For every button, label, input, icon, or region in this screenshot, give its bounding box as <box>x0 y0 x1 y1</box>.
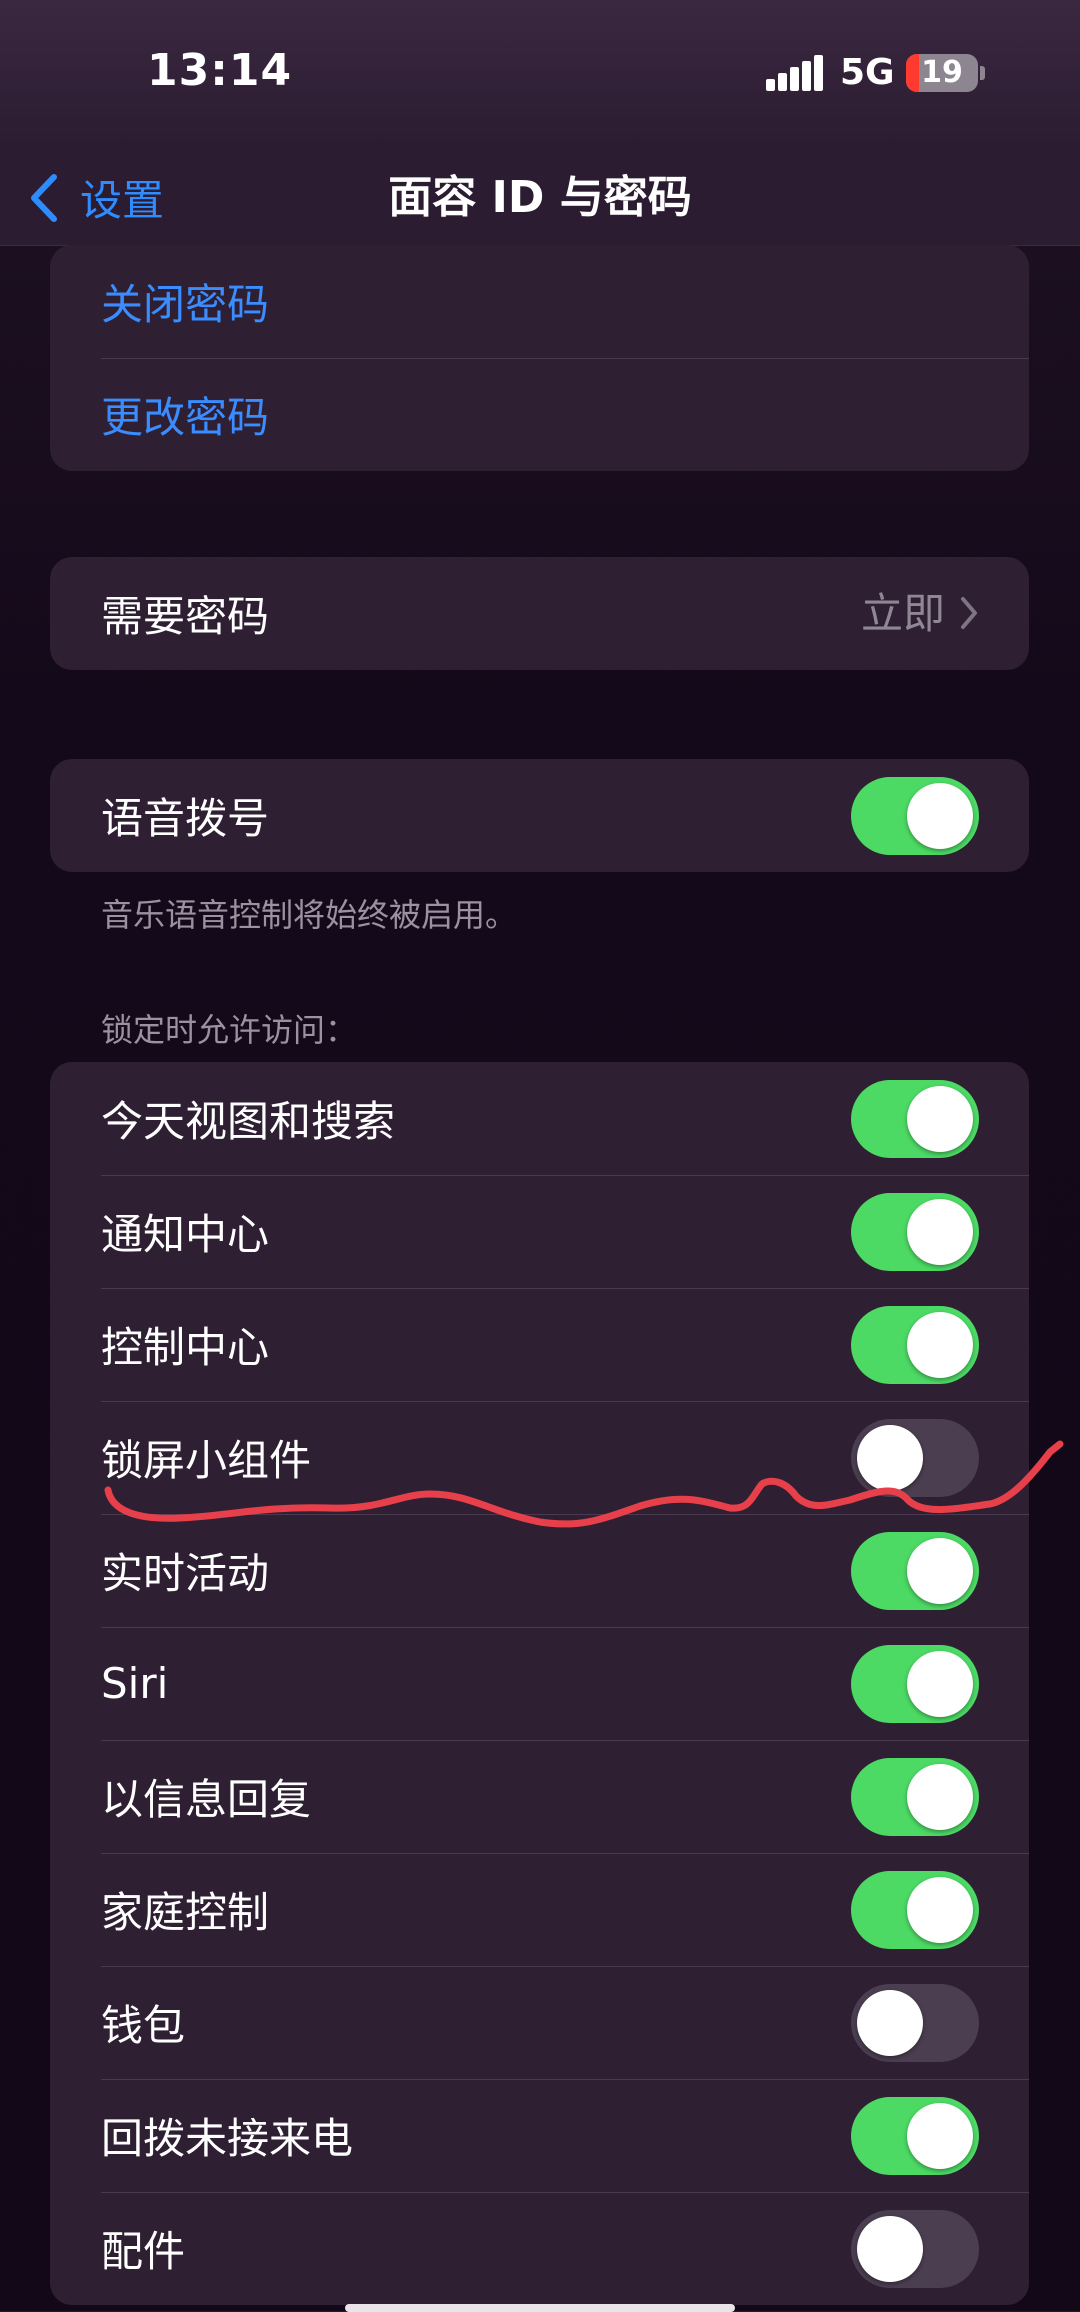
battery-level: 19 <box>921 55 963 90</box>
lock-access-row: 今天视图和搜索 <box>50 1062 1029 1175</box>
lock-access-label: 以信息回复 <box>101 1775 312 1824</box>
lock-access-toggle[interactable] <box>851 2210 979 2288</box>
change-passcode-button[interactable]: 更改密码 <box>50 358 1029 471</box>
toggle-knob <box>907 1651 973 1717</box>
lock-access-label: Siri <box>101 1659 169 1708</box>
lock-access-toggle[interactable] <box>851 1984 979 2062</box>
status-time: 13:14 <box>147 45 293 96</box>
change-passcode-label: 更改密码 <box>101 393 270 442</box>
lock-access-row: 回拨未接来电 <box>50 2079 1029 2192</box>
lock-access-label: 回拨未接来电 <box>101 2114 354 2163</box>
lock-access-toggle[interactable] <box>851 1645 979 1723</box>
network-type: 5G <box>840 52 895 93</box>
lock-access-row: 家庭控制 <box>50 1853 1029 1966</box>
navigation-bar: 设置 面容 ID 与密码 <box>0 150 1080 246</box>
toggle-knob <box>857 2216 923 2282</box>
battery-cap <box>980 66 985 80</box>
toggle-knob <box>907 2103 973 2169</box>
lock-access-label: 家庭控制 <box>101 1888 270 1937</box>
lock-access-toggle[interactable] <box>851 1306 979 1384</box>
lock-access-toggle[interactable] <box>851 1193 979 1271</box>
cellular-signal-icon <box>766 55 824 91</box>
toggle-knob <box>907 1877 973 1943</box>
lock-access-header: 锁定时允许访问： <box>101 1011 358 1049</box>
lock-access-row: 配件 <box>50 2192 1029 2305</box>
toggle-knob <box>907 1086 973 1152</box>
lock-access-row: 锁屏小组件 <box>50 1401 1029 1514</box>
chevron-right-icon <box>961 597 977 629</box>
lock-access-label: 配件 <box>101 2227 186 2276</box>
voice-dial-toggle[interactable] <box>851 777 979 855</box>
require-passcode-group: 需要密码 立即 <box>50 557 1029 670</box>
voice-dial-group: 语音拨号 <box>50 759 1029 872</box>
lock-access-toggle[interactable] <box>851 1419 979 1497</box>
passcode-group: 关闭密码 更改密码 <box>50 245 1029 471</box>
toggle-knob <box>857 1990 923 2056</box>
chevron-left-icon <box>31 173 57 222</box>
toggle-knob <box>907 1538 973 1604</box>
lock-access-row: 通知中心 <box>50 1175 1029 1288</box>
require-passcode-label: 需要密码 <box>101 592 270 641</box>
lock-access-label: 实时活动 <box>101 1549 270 1598</box>
lock-access-label: 锁屏小组件 <box>101 1436 312 1485</box>
require-passcode-row[interactable]: 需要密码 立即 <box>50 557 1029 670</box>
lock-access-toggle[interactable] <box>851 1758 979 1836</box>
lock-access-label: 控制中心 <box>101 1323 270 1372</box>
toggle-knob <box>907 1312 973 1378</box>
lock-access-row: 钱包 <box>50 1966 1029 2079</box>
lock-access-row: 以信息回复 <box>50 1740 1029 1853</box>
lock-access-label: 通知中心 <box>101 1210 270 1259</box>
lock-access-toggle[interactable] <box>851 1871 979 1949</box>
lock-access-row: 控制中心 <box>50 1288 1029 1401</box>
status-bar: 13:14 5G 19 <box>0 0 1080 150</box>
lock-access-row: 实时活动 <box>50 1514 1029 1627</box>
lock-access-label: 今天视图和搜索 <box>101 1097 396 1146</box>
turn-off-passcode-label: 关闭密码 <box>101 280 270 329</box>
battery-icon: 19 <box>906 54 978 92</box>
back-label: 设置 <box>80 176 165 225</box>
toggle-knob <box>857 1425 923 1491</box>
toggle-knob <box>907 1764 973 1830</box>
lock-access-group: 今天视图和搜索 通知中心控制中心锁屏小组件实时活动 Siri 以信息回复家庭控制钱包回… <box>50 1062 1029 2305</box>
toggle-knob <box>907 783 973 849</box>
lock-access-toggle[interactable] <box>851 1080 979 1158</box>
toggle-knob <box>907 1199 973 1265</box>
turn-off-passcode-button[interactable]: 关闭密码 <box>50 245 1029 358</box>
voice-dial-row: 语音拨号 <box>50 759 1029 872</box>
lock-access-toggle[interactable] <box>851 2097 979 2175</box>
require-passcode-value: 立即 <box>860 589 945 638</box>
lock-access-row: Siri <box>50 1627 1029 1740</box>
voice-dial-footer: 音乐语音控制将始终被启用。 <box>101 896 518 934</box>
lock-access-toggle[interactable] <box>851 1532 979 1610</box>
voice-dial-label: 语音拨号 <box>101 794 270 843</box>
back-button[interactable]: 设置 <box>28 150 164 245</box>
lock-access-label: 钱包 <box>101 2001 186 2050</box>
